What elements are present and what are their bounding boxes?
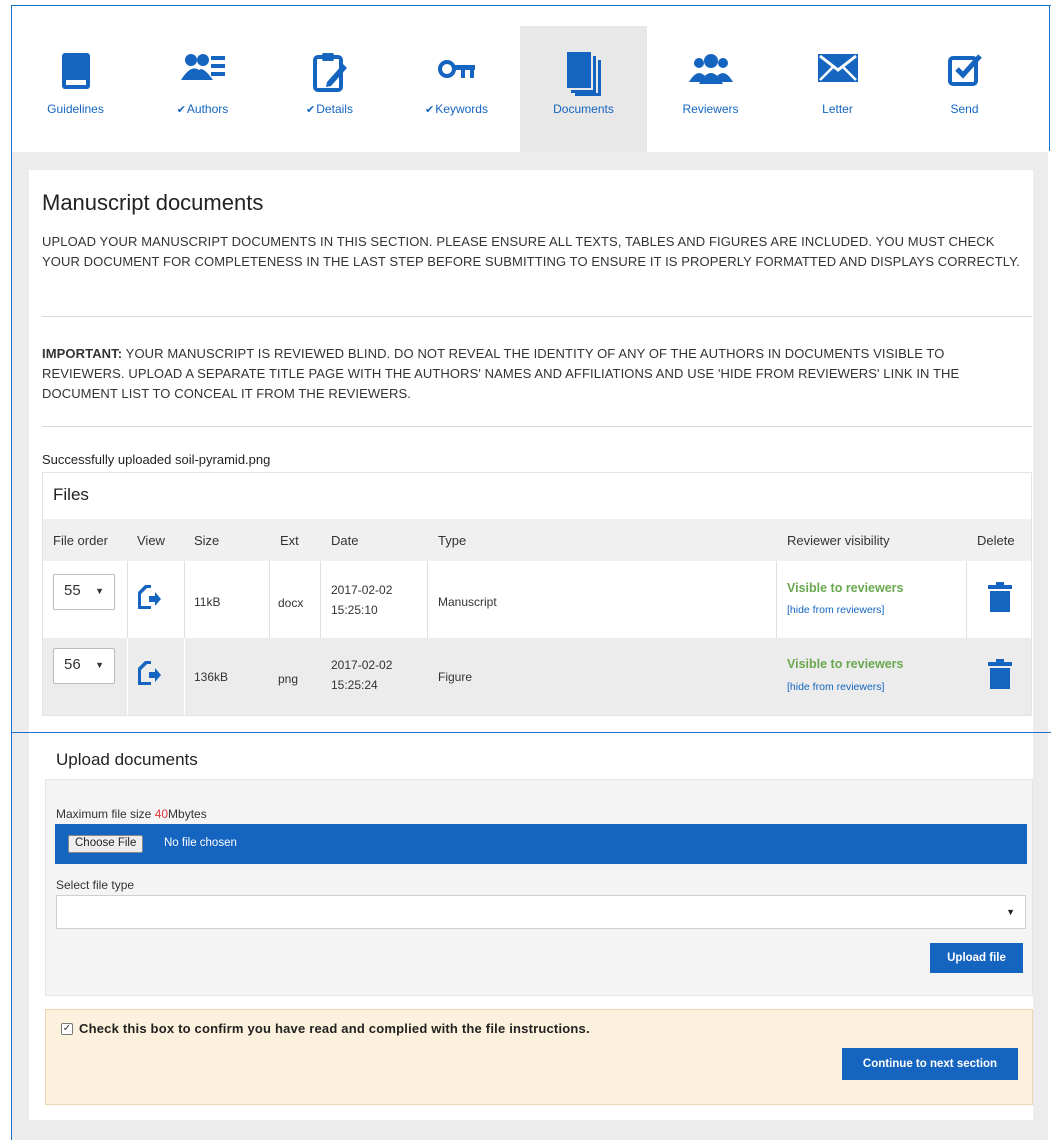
frame-top-border (12, 5, 1051, 6)
page-title: Manuscript documents (42, 190, 264, 215)
important-notice: IMPORTANT: YOUR MANUSCRIPT IS REVIEWED B… (42, 344, 1027, 404)
confirm-checkbox[interactable]: ✓ (61, 1023, 73, 1035)
tab-details[interactable]: ✔Details (266, 26, 393, 152)
view-file-icon[interactable] (137, 584, 161, 615)
instructions-text: UPLOAD YOUR MANUSCRIPT DOCUMENTS IN THIS… (42, 234, 1020, 269)
tab-authors[interactable]: ✔Authors (139, 26, 266, 152)
confirm-label: Check this box to confirm you have read … (79, 1021, 590, 1036)
tab-label: Letter (822, 102, 853, 116)
file-time: 15:25:10 (331, 603, 378, 617)
files-title: Files (53, 485, 89, 504)
file-time: 15:25:24 (331, 678, 378, 692)
divider (42, 316, 1032, 317)
caret-down-icon: ▼ (95, 660, 104, 670)
tab-label: ✔Authors (176, 102, 229, 116)
cell-divider (127, 638, 128, 715)
cell-divider (127, 561, 128, 638)
tab-label: Reviewers (682, 102, 739, 116)
hide-from-reviewers-link[interactable]: [hide from reviewers] (787, 604, 884, 616)
cell-divider (776, 561, 777, 638)
file-order-value: 56 (64, 656, 81, 673)
success-message: Successfully uploaded soil-pyramid.png (42, 452, 271, 467)
tab-letter[interactable]: Letter (774, 26, 901, 152)
tab-guidelines[interactable]: Guidelines (12, 26, 139, 152)
users-icon (688, 52, 733, 98)
column-header-ext: Ext (280, 533, 299, 548)
upload-file-button[interactable]: Upload file (930, 943, 1023, 973)
tab-label: Documents (553, 102, 614, 116)
table-row (43, 561, 1031, 638)
caret-down-icon: ▼ (1006, 907, 1015, 917)
column-header-view: View (137, 533, 165, 548)
visibility-status: Visible to reviewers (787, 581, 904, 595)
cell-divider (427, 561, 428, 638)
step-tabs: Guidelines ✔Authors ✔Details ✔Keywords D… (12, 26, 1048, 152)
file-ext: docx (278, 596, 304, 610)
tab-reviewers[interactable]: Reviewers (647, 26, 774, 152)
column-header-date: Date (331, 533, 359, 548)
file-date: 2017-02-02 (331, 583, 393, 597)
key-icon (437, 52, 477, 98)
hide-from-reviewers-link[interactable]: [hide from reviewers] (787, 681, 884, 693)
column-header-visibility: Reviewer visibility (787, 533, 890, 548)
cell-divider (320, 561, 321, 638)
column-header-delete: Delete (977, 533, 1015, 548)
frame-separator (12, 732, 1051, 733)
max-size-value: 40 (154, 807, 169, 821)
tab-label: ✔Keywords (425, 102, 488, 116)
cell-divider (184, 638, 185, 715)
file-type-select[interactable]: ▼ (56, 895, 1026, 929)
documents-icon (566, 52, 601, 98)
clipboard-edit-icon (312, 52, 347, 98)
no-file-chosen-text: No file chosen (164, 837, 237, 849)
tab-documents[interactable]: Documents (520, 26, 647, 152)
view-file-icon[interactable] (137, 660, 161, 691)
tab-label: ✔Details (306, 102, 353, 116)
tab-label: Guidelines (47, 102, 104, 116)
cell-divider (966, 561, 967, 638)
file-order-value: 55 (64, 582, 81, 599)
column-header-type: Type (438, 533, 467, 548)
authors-list-icon (180, 52, 225, 98)
file-type: Manuscript (438, 595, 497, 609)
trash-icon[interactable] (988, 659, 1012, 694)
file-ext: png (278, 672, 299, 686)
max-file-size: Maximum file size 40Mbytes (56, 807, 207, 821)
envelope-icon (817, 52, 858, 98)
trash-icon[interactable] (988, 582, 1012, 617)
divider (42, 426, 1032, 427)
visibility-status: Visible to reviewers (787, 657, 904, 671)
cell-divider (269, 561, 270, 638)
cell-divider (184, 561, 185, 638)
tab-label: Send (950, 102, 979, 116)
column-header-size: Size (194, 533, 220, 548)
check-square-icon (947, 52, 982, 98)
file-date: 2017-02-02 (331, 658, 393, 672)
file-order-select[interactable]: 56 ▼ (53, 648, 115, 684)
upload-documents-panel (45, 742, 1033, 996)
caret-down-icon: ▼ (95, 586, 104, 596)
select-file-type-label: Select file type (56, 878, 135, 892)
file-size: 136kB (194, 670, 229, 684)
file-order-select[interactable]: 55 ▼ (53, 574, 115, 610)
file-type: Figure (438, 670, 473, 684)
upload-title: Upload documents (56, 750, 198, 769)
important-text: YOUR MANUSCRIPT IS REVIEWED BLIND. DO NO… (42, 346, 960, 401)
choose-file-button[interactable]: Choose File (68, 835, 144, 853)
important-label: IMPORTANT: (42, 346, 123, 361)
tab-send[interactable]: Send (901, 26, 1028, 152)
tab-keywords[interactable]: ✔Keywords (393, 26, 520, 152)
file-size: 11kB (194, 595, 221, 609)
frame-right-border (1049, 5, 1050, 151)
table-row (43, 638, 1031, 715)
column-header-order: File order (53, 533, 108, 548)
book-icon (61, 52, 91, 98)
continue-button[interactable]: Continue to next section (842, 1048, 1018, 1080)
